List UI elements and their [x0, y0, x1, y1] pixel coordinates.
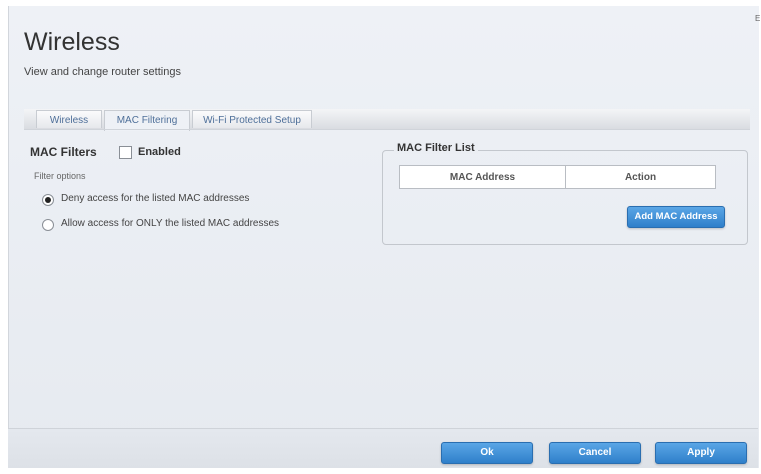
corner-mark: E — [755, 14, 761, 23]
column-header-mac-address: MAC Address — [449, 172, 516, 183]
tab-mac-filtering[interactable]: MAC Filtering — [104, 110, 190, 131]
tab-wireless[interactable]: Wireless — [36, 110, 102, 128]
page-title: Wireless — [24, 28, 120, 56]
footer-bar — [8, 429, 758, 468]
enabled-checkbox[interactable] — [119, 146, 132, 159]
mac-filter-list-legend: MAC Filter List — [394, 142, 478, 154]
mac-filter-table: MAC Address Action — [399, 165, 716, 189]
tab-divider — [24, 129, 750, 130]
filter-options-label: Filter options — [34, 171, 86, 181]
deny-access-label: Deny access for the listed MAC addresses — [61, 193, 250, 204]
allow-access-label: Allow access for ONLY the listed MAC add… — [61, 218, 280, 229]
cancel-button[interactable]: Cancel — [549, 442, 641, 464]
ok-button[interactable]: Ok — [441, 442, 533, 464]
radio-selected-dot — [45, 197, 51, 203]
page-subtitle: View and change router settings — [24, 66, 181, 78]
enabled-label: Enabled — [138, 146, 181, 158]
deny-access-radio[interactable] — [42, 194, 54, 206]
allow-access-radio[interactable] — [42, 219, 54, 231]
mac-filters-label: MAC Filters — [30, 145, 97, 159]
apply-button[interactable]: Apply — [655, 442, 747, 464]
tab-wifi-protected-setup[interactable]: Wi-Fi Protected Setup — [192, 110, 312, 128]
add-mac-address-button[interactable]: Add MAC Address — [627, 206, 725, 228]
column-header-action: Action — [624, 172, 657, 183]
